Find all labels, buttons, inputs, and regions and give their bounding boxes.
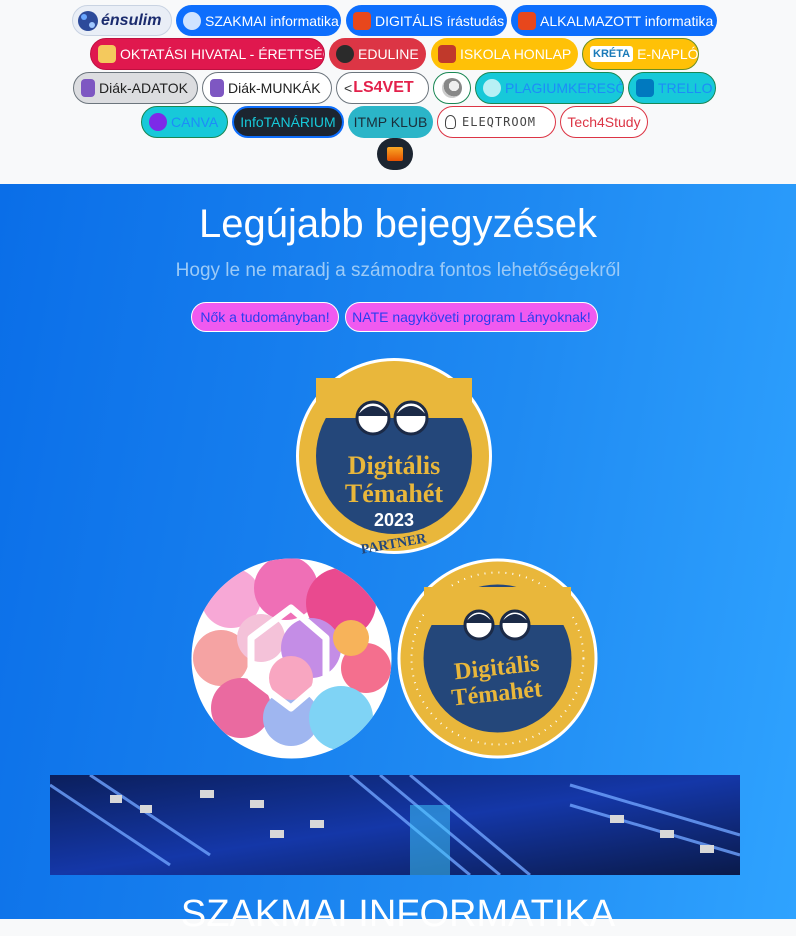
badge-line1: Digitális bbox=[348, 451, 440, 480]
fireplace-link[interactable] bbox=[377, 138, 413, 170]
share-icon: < bbox=[344, 80, 353, 96]
iskola-honlap-label: ISKOLA HONLAP bbox=[460, 46, 572, 62]
tech4study-link[interactable]: Tech4Study bbox=[560, 106, 648, 138]
fireplace-icon bbox=[387, 147, 403, 161]
tech4study-label: Tech4Study bbox=[567, 114, 641, 130]
iskola-honlap-link[interactable]: ISKOLA HONLAP bbox=[431, 38, 578, 70]
digitalis-irastudas-link[interactable]: DIGITÁLIS írástudás bbox=[346, 5, 507, 36]
trello-label: TRELLO bbox=[658, 80, 713, 96]
office-icon bbox=[353, 11, 371, 30]
lightbulb-icon bbox=[445, 115, 456, 129]
canva-link[interactable]: CANVA bbox=[141, 106, 228, 138]
digitalis-irastudas-label: DIGITÁLIS írástudás bbox=[375, 12, 505, 29]
plagiumkereso-link[interactable]: PLAGIUMKERESŐ bbox=[475, 72, 624, 104]
nate-program-button[interactable]: NATE nagyköveti program Lányoknak! bbox=[345, 302, 598, 332]
section-subtitle: Hogy le ne maradj a számodra fontos lehe… bbox=[175, 260, 621, 281]
graduation-cap-icon bbox=[336, 45, 354, 63]
ls4vet-link[interactable]: < LS4VET bbox=[336, 72, 429, 104]
alkalmazott-informatika-link[interactable]: ALKALMAZOTT informatika bbox=[511, 5, 717, 36]
diak-adatok-link[interactable]: Diák-ADATOK bbox=[73, 72, 198, 104]
office-icon bbox=[518, 11, 536, 30]
eleqtroom-link[interactable]: ELEQTROOM bbox=[437, 106, 556, 138]
google-forms-icon bbox=[210, 79, 224, 97]
alkalmazott-informatika-label: ALKALMAZOTT informatika bbox=[540, 12, 714, 29]
unknown-logo-link[interactable] bbox=[433, 72, 471, 104]
eleqtroom-label: ELEQTROOM bbox=[462, 115, 537, 129]
digitalis-temahet-badge[interactable]: Digitális Témahét bbox=[397, 557, 598, 760]
szakmai-informatika-heading: SZAKMAI INFORMATIKA bbox=[180, 893, 616, 935]
plagiarism-icon bbox=[483, 79, 501, 97]
szakmai-informatika-label: SZAKMAI informatika bbox=[205, 12, 339, 29]
kreta-enaplo-link[interactable]: KRÉTA E-NAPLÓ bbox=[582, 38, 699, 70]
ensulim-link[interactable]: énsulim bbox=[72, 5, 172, 36]
badge-line2: Témahét bbox=[345, 479, 444, 508]
person-icon bbox=[183, 11, 201, 30]
kreta-enaplo-label: E-NAPLÓ bbox=[637, 46, 699, 62]
canva-icon bbox=[149, 113, 167, 131]
infotanarium-link[interactable]: InfoTANÁRIUM bbox=[232, 106, 344, 138]
canva-label: CANVA bbox=[171, 114, 219, 130]
swirl-logo-icon bbox=[442, 78, 462, 98]
diak-munkak-label: Diák-MUNKÁK bbox=[228, 80, 321, 96]
circuit-board-banner-image bbox=[50, 775, 740, 875]
nok-a-tudomanyban-button[interactable]: Nők a tudományban! bbox=[191, 302, 339, 332]
kreta-logo-icon: KRÉTA bbox=[590, 46, 634, 62]
itmp-klub-link[interactable]: ITMP KLUB bbox=[348, 106, 433, 138]
bubbles-logo-image[interactable] bbox=[191, 558, 392, 759]
diak-munkak-link[interactable]: Diák-MUNKÁK bbox=[202, 72, 332, 104]
school-building-icon bbox=[438, 45, 456, 63]
ls4vet-label: LS4VET bbox=[353, 79, 414, 96]
badge-year: 2023 bbox=[374, 510, 414, 530]
ensulim-logo-text: énsulim bbox=[101, 11, 162, 29]
plagiumkereso-label: PLAGIUMKERESŐ bbox=[505, 80, 624, 96]
trello-link[interactable]: TRELLO bbox=[628, 72, 716, 104]
section-title: Legújabb bejegyzések bbox=[198, 202, 598, 246]
ensulim-logo-icon bbox=[78, 10, 98, 31]
google-forms-icon bbox=[81, 79, 95, 97]
eduline-link[interactable]: EDULINE bbox=[329, 38, 426, 70]
oktatasi-hivatal-link[interactable]: OKTATÁSI HIVATAL - ÉRETTSÉGI bbox=[90, 38, 325, 70]
digitalis-temahet-2023-partner-badge[interactable]: Digitális Témahét 2023 PARTNER bbox=[293, 356, 495, 556]
diak-adatok-label: Diák-ADATOK bbox=[99, 80, 188, 96]
books-icon bbox=[98, 45, 116, 63]
szakmai-informatika-link[interactable]: SZAKMAI informatika bbox=[176, 5, 341, 36]
itmp-klub-label: ITMP KLUB bbox=[353, 114, 428, 130]
eduline-label: EDULINE bbox=[358, 46, 419, 62]
infotanarium-label: InfoTANÁRIUM bbox=[240, 114, 336, 130]
oktatasi-hivatal-label: OKTATÁSI HIVATAL - ÉRETTSÉGI bbox=[120, 46, 325, 62]
trello-icon bbox=[636, 79, 654, 97]
